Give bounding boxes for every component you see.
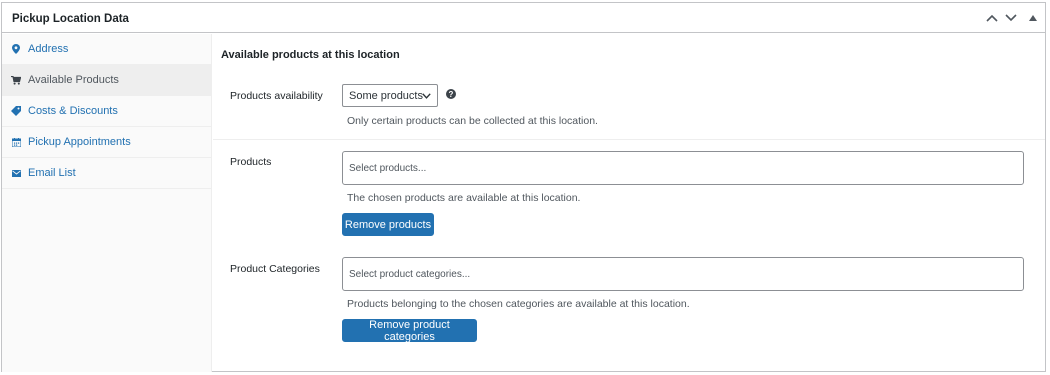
metabox-header: Pickup Location Data bbox=[2, 3, 1045, 33]
tab-label: Pickup Appointments bbox=[28, 136, 131, 148]
tab-pickup-appointments[interactable]: Pickup Appointments bbox=[2, 127, 211, 158]
pickup-location-data-metabox: Pickup Location Data Address Available P… bbox=[1, 2, 1046, 372]
tab-available-products[interactable]: Available Products bbox=[2, 65, 211, 96]
products-label: Products bbox=[230, 156, 272, 168]
cart-icon bbox=[11, 75, 21, 85]
products-description: The chosen products are available at thi… bbox=[347, 192, 581, 204]
availability-selected-value: Some products bbox=[349, 89, 423, 102]
tab-label: Costs & Discounts bbox=[28, 105, 118, 117]
product-categories-search-input[interactable] bbox=[342, 257, 1024, 291]
availability-label: Products availability bbox=[230, 90, 323, 102]
panel-heading: Available products at this location bbox=[221, 49, 400, 61]
move-down-icon[interactable] bbox=[1003, 10, 1019, 26]
tab-label: Address bbox=[28, 43, 69, 55]
remove-products-button[interactable]: Remove products bbox=[342, 213, 434, 236]
available-products-panel: Available products at this location Prod… bbox=[213, 34, 1045, 371]
availability-description: Only certain products can be collected a… bbox=[347, 115, 598, 127]
categories-label: Product Categories bbox=[230, 263, 320, 275]
mail-icon bbox=[11, 168, 21, 178]
move-up-icon[interactable] bbox=[984, 10, 1000, 26]
calendar-icon bbox=[11, 137, 21, 147]
remove-product-categories-button[interactable]: Remove product categories bbox=[342, 319, 477, 343]
map-pin-icon bbox=[11, 44, 21, 54]
tab-address[interactable]: Address bbox=[2, 34, 211, 65]
tab-email-list[interactable]: Email List bbox=[2, 158, 211, 189]
chevron-down-icon bbox=[422, 90, 431, 102]
tab-label: Email List bbox=[28, 167, 76, 179]
tab-costs-discounts[interactable]: Costs & Discounts bbox=[2, 96, 211, 127]
availability-row: Products availability bbox=[213, 74, 1045, 140]
collapse-toggle-icon[interactable] bbox=[1025, 10, 1041, 26]
categories-description: Products belonging to the chosen categor… bbox=[347, 298, 690, 310]
tab-label: Available Products bbox=[28, 74, 119, 86]
products-availability-select[interactable]: Some products bbox=[342, 84, 438, 107]
tab-list: Address Available Products Costs & Disco… bbox=[2, 34, 212, 372]
tag-icon bbox=[11, 106, 21, 116]
metabox-title: Pickup Location Data bbox=[12, 13, 129, 25]
products-search-input[interactable] bbox=[342, 151, 1024, 185]
help-tip-icon[interactable]: ? bbox=[446, 89, 456, 99]
